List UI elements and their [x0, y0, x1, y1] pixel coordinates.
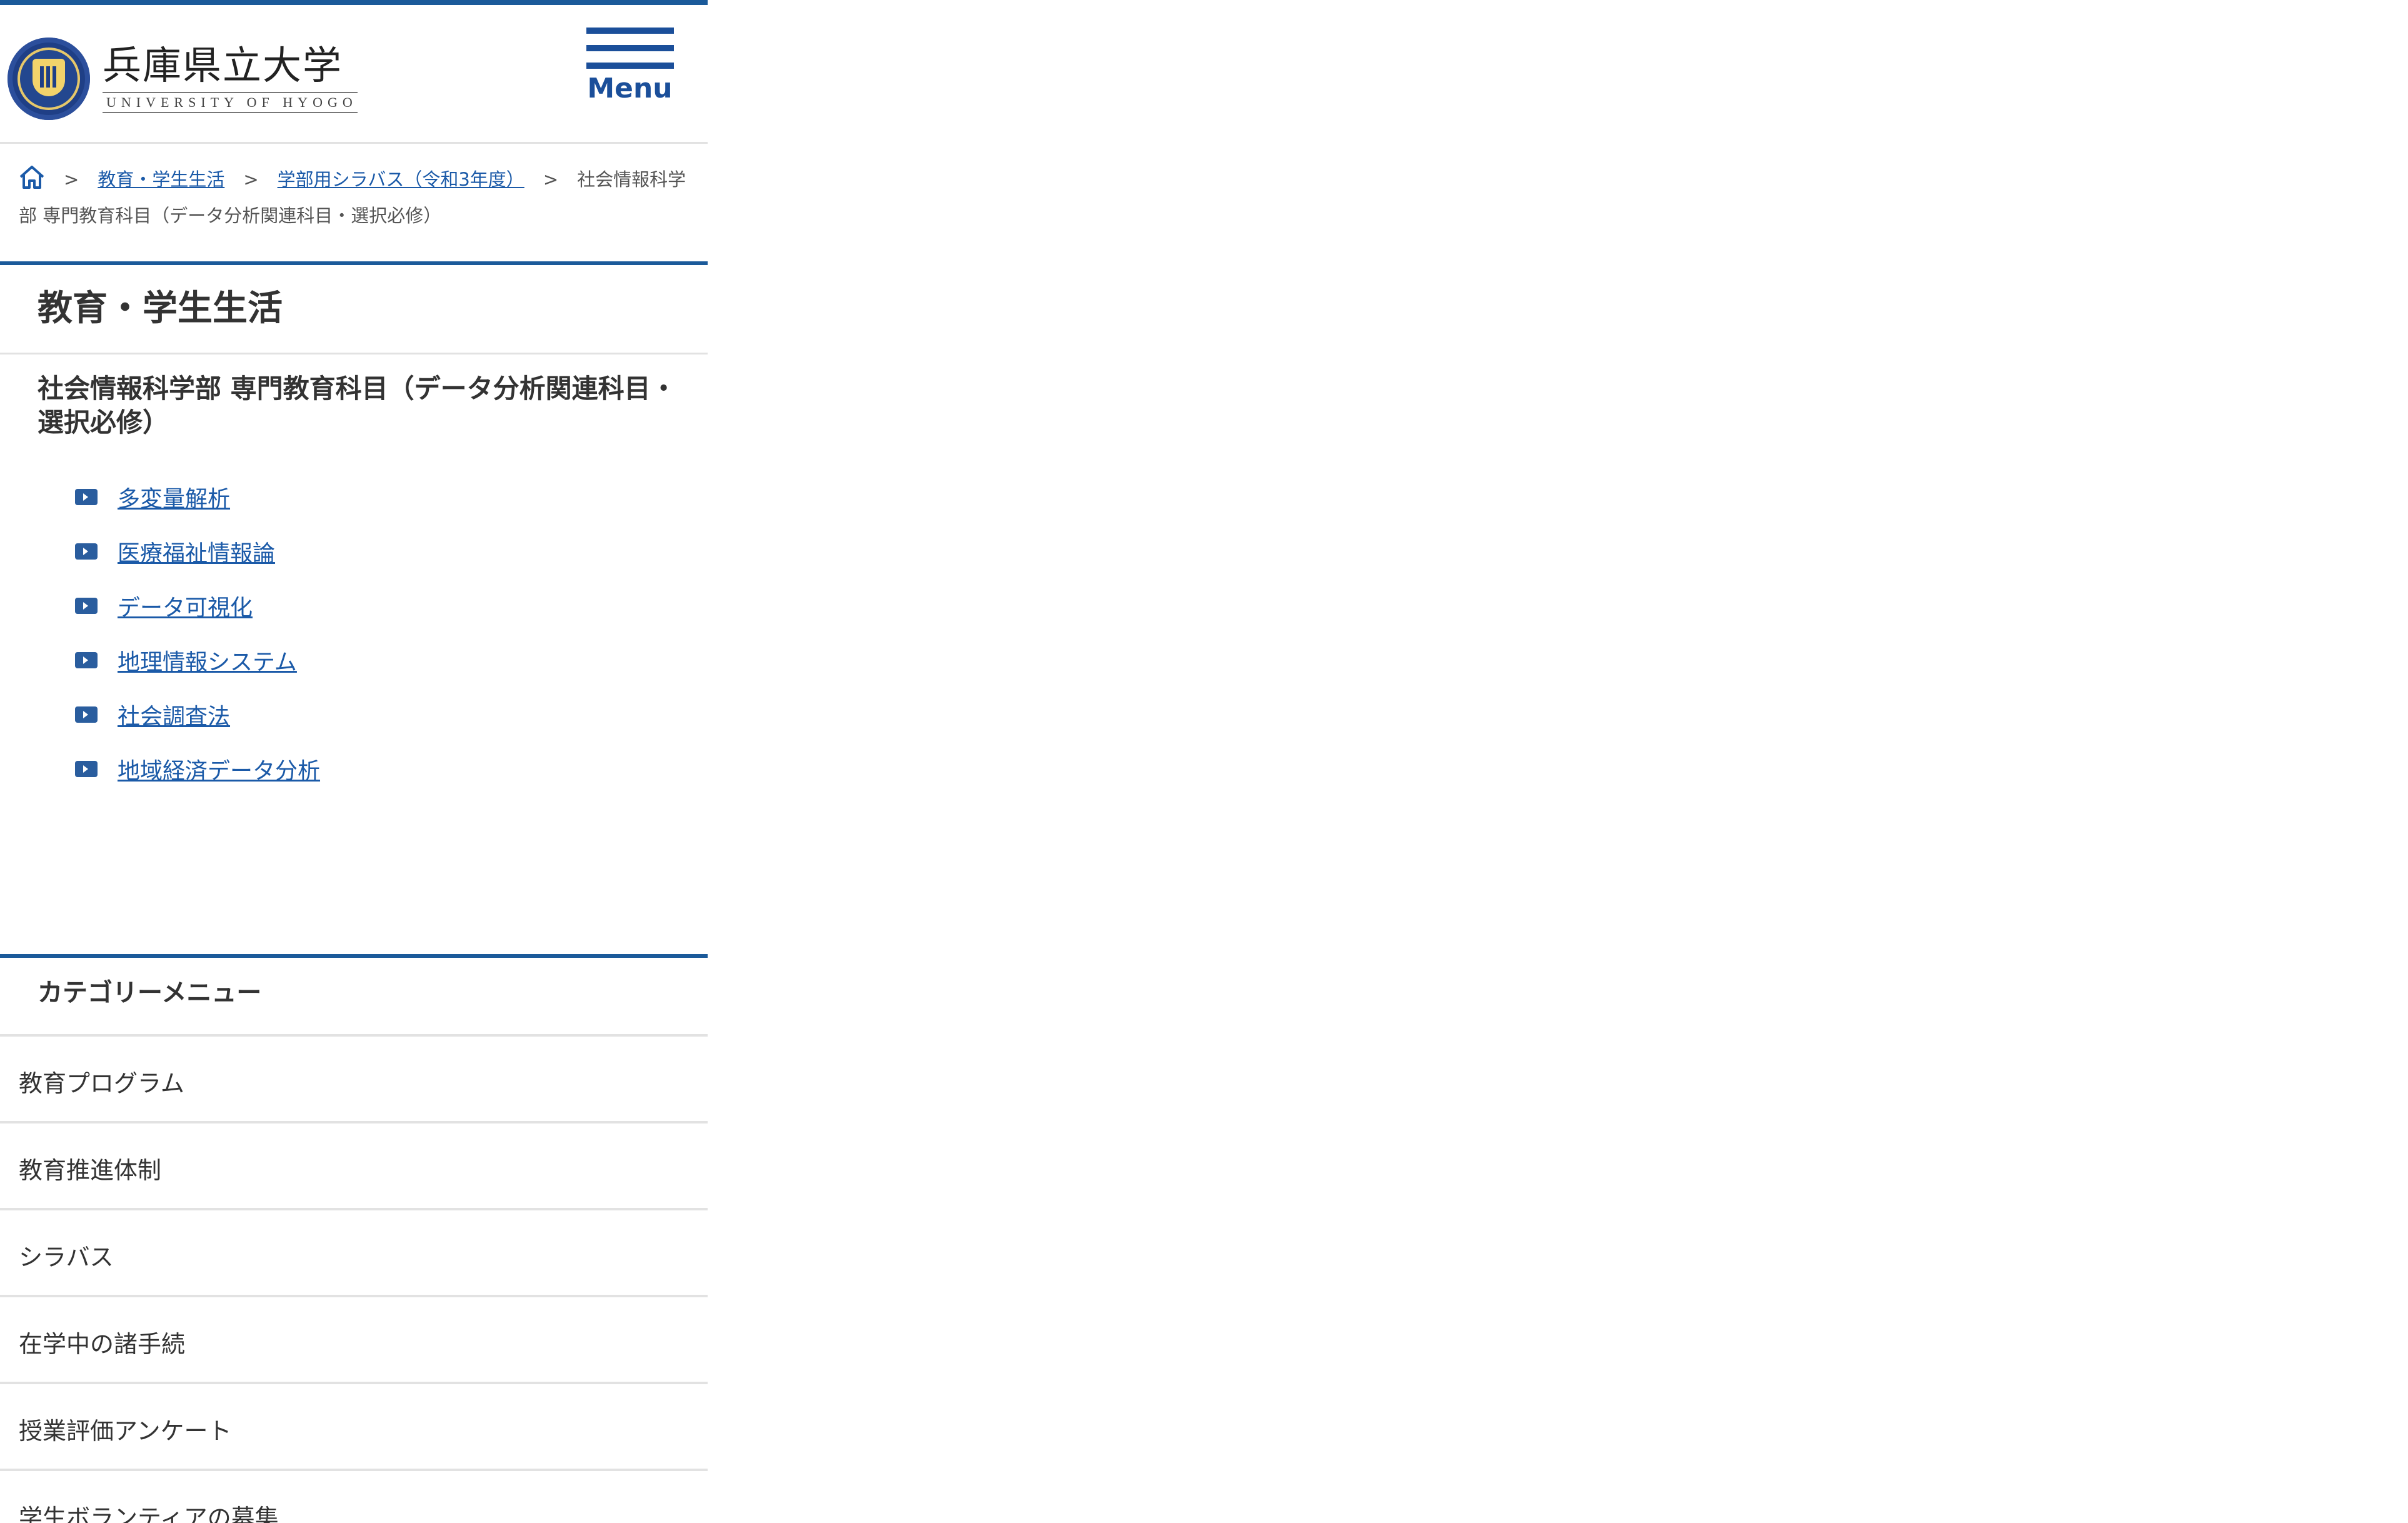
list-item: 多変量解析 [75, 470, 708, 524]
category-menu-title: カテゴリーメニュー [0, 958, 708, 1037]
list-item: データ可視化 [75, 578, 708, 633]
arrow-right-icon [75, 488, 98, 505]
category-item-volunteer[interactable]: 学生ボランティアの募集 [0, 1471, 708, 1523]
site-header: 兵庫県立大学 UNIVERSITY OF HYOGO Menu [0, 0, 708, 144]
course-link[interactable]: データ可視化 [118, 590, 253, 622]
logo-japanese-name: 兵庫県立大学 [103, 45, 343, 88]
list-item: 医療福祉情報論 [75, 524, 708, 578]
menu-button[interactable]: Menu [584, 28, 675, 121]
arrow-right-icon [75, 760, 98, 777]
breadcrumb-separator: > [64, 169, 79, 190]
course-link[interactable]: 多変量解析 [118, 481, 230, 513]
menu-button-label: Menu [587, 73, 673, 104]
course-link[interactable]: 医療福祉情報論 [118, 535, 275, 568]
breadcrumb-link-syllabus[interactable]: 学部用シラバス（令和3年度） [278, 169, 524, 190]
hamburger-icon [586, 28, 674, 69]
list-item: 地域経済データ分析 [75, 741, 708, 796]
category-menu: カテゴリーメニュー 教育プログラム 教育推進体制 シラバス 在学中の諸手続 授業… [0, 954, 708, 1523]
arrow-right-icon [75, 706, 98, 723]
logo-english-name: UNIVERSITY OF HYOGO [103, 92, 358, 113]
category-item-education-program[interactable]: 教育プログラム [0, 1037, 708, 1123]
course-link[interactable]: 社会調査法 [118, 698, 230, 731]
category-item-class-survey[interactable]: 授業評価アンケート [0, 1384, 708, 1471]
category-item-procedures[interactable]: 在学中の諸手続 [0, 1297, 708, 1384]
arrow-right-icon [75, 597, 98, 614]
category-item-syllabus[interactable]: シラバス [0, 1210, 708, 1297]
course-link-list: 多変量解析 医療福祉情報論 データ可視化 地理情報システム 社会調査法 地域経済… [0, 470, 708, 796]
page: 兵庫県立大学 UNIVERSITY OF HYOGO Menu > 教育・学生生活… [0, 0, 708, 1523]
breadcrumb: > 教育・学生生活 > 学部用シラバス（令和3年度） > 社会情報科学部 専門教育科目（デ… [0, 144, 708, 265]
university-seal-icon [8, 38, 90, 120]
course-link[interactable]: 地理情報システム [118, 644, 297, 676]
section-title: 教育・学生生活 [0, 265, 708, 354]
page-title: 社会情報科学部 専門教育科目（データ分析関連科目・選択必修） [38, 373, 677, 438]
arrow-right-icon [75, 651, 98, 668]
breadcrumb-separator: > [543, 169, 559, 190]
breadcrumb-separator: > [243, 169, 259, 190]
list-item: 地理情報システム [75, 633, 708, 687]
arrow-right-icon [75, 543, 98, 560]
list-item: 社会調査法 [75, 687, 708, 741]
home-icon[interactable] [19, 164, 45, 189]
breadcrumb-link-education[interactable]: 教育・学生生活 [98, 169, 224, 190]
category-item-education-system[interactable]: 教育推進体制 [0, 1123, 708, 1210]
university-logo[interactable]: 兵庫県立大学 UNIVERSITY OF HYOGO [8, 38, 358, 120]
course-link[interactable]: 地域経済データ分析 [118, 753, 320, 785]
